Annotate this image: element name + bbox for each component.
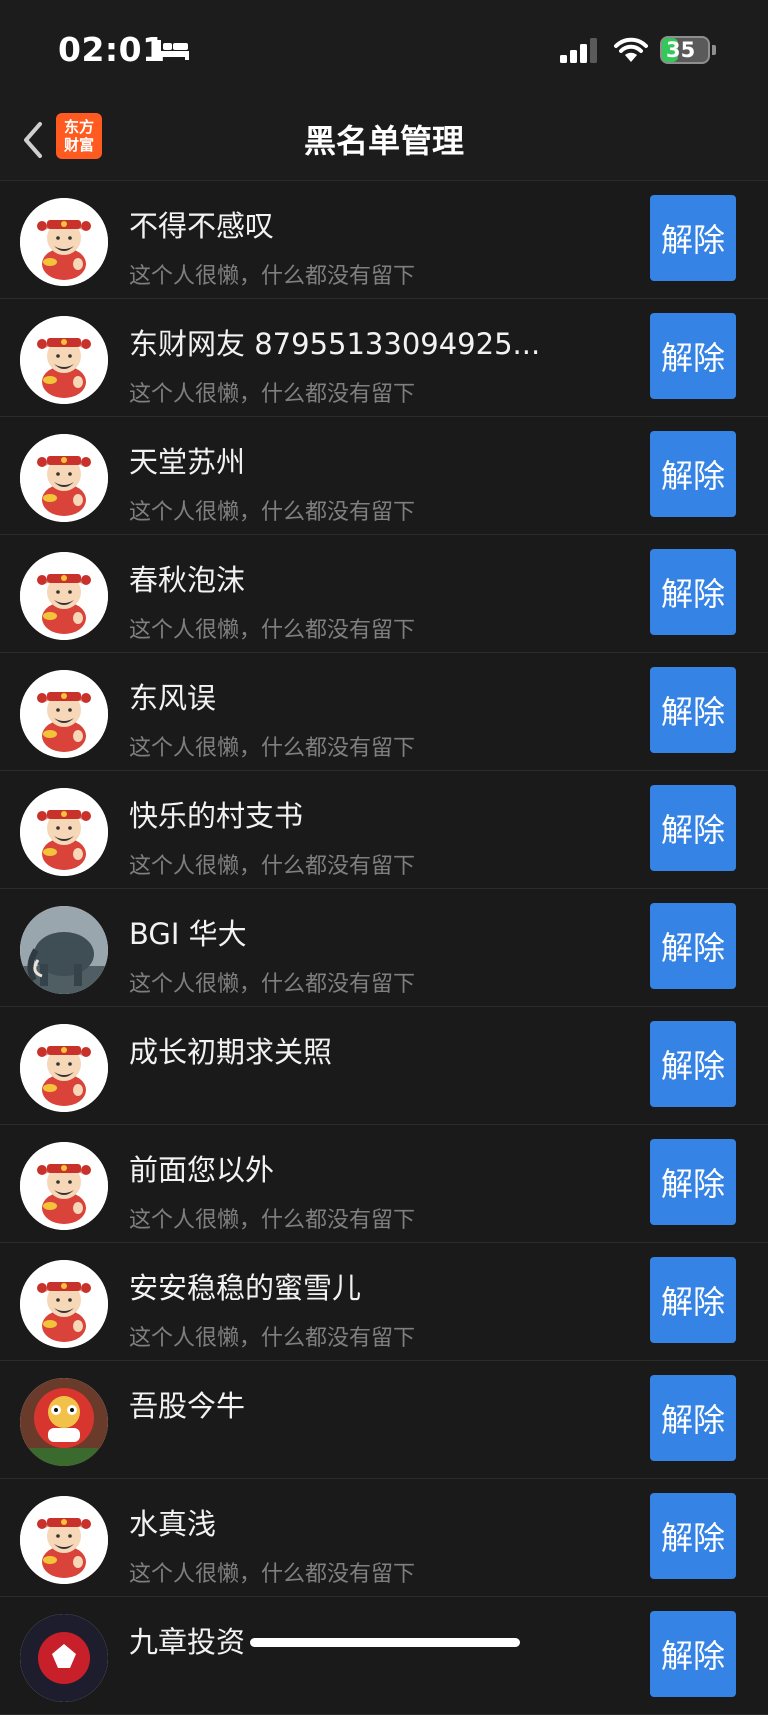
caishen-avatar[interactable] [20,316,108,404]
user-signature: 这个人很懒，什么都没有留下 [129,1208,416,1233]
blacklist-row[interactable]: 安安稳稳的蜜雪儿 这个人很懒，什么都没有留下 解除 [0,1243,768,1361]
user-name: 水真浅 [129,1507,217,1541]
caishen-avatar[interactable] [20,1260,108,1348]
user-name: 成长初期求关照 [129,1035,333,1069]
user-name: 东财网友 87955133094925... [129,327,541,361]
user-signature: 这个人很懒，什么都没有留下 [129,382,416,407]
user-signature: 这个人很懒，什么都没有留下 [129,736,416,761]
blacklist-row[interactable]: 九章投资 解除 [0,1597,768,1715]
blacklist-row[interactable]: 东风误 这个人很懒，什么都没有留下 解除 [0,653,768,771]
caishen-avatar[interactable] [20,1142,108,1230]
home-indicator[interactable] [250,1638,520,1647]
user-name: 天堂苏州 [129,445,246,479]
mammoth-photo-avatar[interactable] [20,906,108,994]
status-time: 02:01 [58,30,166,69]
unblock-button[interactable]: 解除 [650,1257,736,1343]
unblock-button[interactable]: 解除 [650,903,736,989]
caishen-avatar[interactable] [20,670,108,758]
user-name: 不得不感叹 [129,209,275,243]
page-title: 黑名单管理 [303,122,464,160]
blacklist-row[interactable]: 水真浅 这个人很懒，什么都没有留下 解除 [0,1479,768,1597]
battery-cap [712,45,716,55]
caishen-avatar[interactable] [20,788,108,876]
blacklist-row[interactable]: 天堂苏州 这个人很懒，什么都没有留下 解除 [0,417,768,535]
blacklist-row[interactable]: 快乐的村支书 这个人很懒，什么都没有留下 解除 [0,771,768,889]
user-name: 安安稳稳的蜜雪儿 [129,1271,362,1305]
user-name: 东风误 [129,681,217,715]
caishen-avatar[interactable] [20,1024,108,1112]
unblock-button[interactable]: 解除 [650,785,736,871]
caishen-avatar[interactable] [20,1496,108,1584]
status-bar: 02:01 35 [0,0,768,100]
user-name: BGI 华大 [129,917,247,951]
unblock-button[interactable]: 解除 [650,1375,736,1461]
red-logo-avatar[interactable] [20,1614,108,1702]
user-signature: 这个人很懒，什么都没有留下 [129,1326,416,1351]
blacklist-row[interactable]: 成长初期求关照 解除 [0,1007,768,1125]
unblock-button[interactable]: 解除 [650,1021,736,1107]
user-signature: 这个人很懒，什么都没有留下 [129,618,416,643]
user-signature: 这个人很懒，什么都没有留下 [129,972,416,997]
lion-dance-photo-avatar[interactable] [20,1378,108,1466]
user-signature: 这个人很懒，什么都没有留下 [129,264,416,289]
user-name: 快乐的村支书 [129,799,304,833]
unblock-button[interactable]: 解除 [650,195,736,281]
battery-indicator: 35 [660,36,710,64]
unblock-button[interactable]: 解除 [650,667,736,753]
user-name: 九章投资 [129,1625,246,1659]
caishen-avatar[interactable] [20,552,108,640]
user-signature: 这个人很懒，什么都没有留下 [129,1562,416,1587]
caishen-avatar[interactable] [20,434,108,522]
blacklist-row[interactable]: 前面您以外 这个人很懒，什么都没有留下 解除 [0,1125,768,1243]
unblock-button[interactable]: 解除 [650,1139,736,1225]
unblock-button[interactable]: 解除 [650,431,736,517]
user-signature: 这个人很懒，什么都没有留下 [129,500,416,525]
cellular-signal-icon [560,38,597,63]
user-name: 吾股今牛 [129,1389,246,1423]
navigation-bar: 东方 财富 黑名单管理 [0,100,768,181]
blacklist-row[interactable]: 吾股今牛 解除 [0,1361,768,1479]
blacklist-row[interactable]: 不得不感叹 这个人很懒，什么都没有留下 解除 [0,181,768,299]
unblock-button[interactable]: 解除 [650,313,736,399]
unblock-button[interactable]: 解除 [650,549,736,635]
user-name: 春秋泡沫 [129,563,246,597]
blacklist-row[interactable]: 东财网友 87955133094925... 这个人很懒，什么都没有留下 解除 [0,299,768,417]
blacklist: 不得不感叹 这个人很懒，什么都没有留下 解除 东财网友 879551330949… [0,181,768,1715]
blacklist-row[interactable]: BGI 华大 这个人很懒，什么都没有留下 解除 [0,889,768,1007]
sleep-bed-icon [157,40,189,60]
caishen-avatar[interactable] [20,198,108,286]
battery-percent: 35 [666,38,696,62]
unblock-button[interactable]: 解除 [650,1493,736,1579]
unblock-button[interactable]: 解除 [650,1611,736,1697]
blacklist-row[interactable]: 春秋泡沫 这个人很懒，什么都没有留下 解除 [0,535,768,653]
user-name: 前面您以外 [129,1153,275,1187]
user-signature: 这个人很懒，什么都没有留下 [129,854,416,879]
wifi-icon [614,37,648,62]
